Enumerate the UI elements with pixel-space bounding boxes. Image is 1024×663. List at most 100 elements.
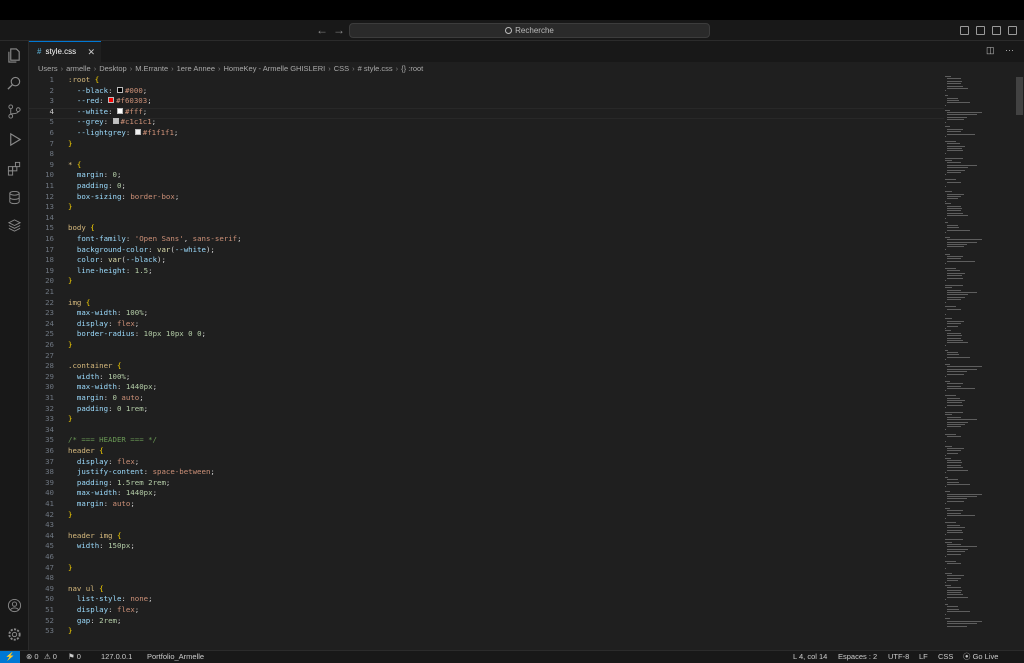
breadcrumb-item[interactable]: 1ere Annee: [177, 64, 215, 73]
breadcrumb-item[interactable]: CSS: [334, 64, 349, 73]
minimap-line: [947, 385, 962, 387]
code-token: 100%: [125, 308, 144, 318]
search-icon[interactable]: [7, 76, 22, 91]
minimap-line: [947, 227, 959, 229]
minimap-line: [947, 215, 968, 217]
breadcrumb-item[interactable]: Desktop: [99, 64, 127, 73]
color-swatch[interactable]: [116, 107, 123, 114]
code-text: }: [68, 414, 72, 425]
forward-arrow-icon[interactable]: →: [333, 23, 345, 37]
breadcrumb-item[interactable]: M.Errante: [135, 64, 168, 73]
language-mode[interactable]: CSS: [938, 651, 953, 663]
project-name[interactable]: Portfolio_Armelle: [147, 651, 204, 663]
minimap-line: [947, 208, 963, 209]
minimap-line: [945, 433, 956, 435]
back-arrow-icon[interactable]: ←: [316, 23, 328, 37]
code-text: .container {: [68, 361, 121, 372]
breadcrumb-item[interactable]: # style.css: [358, 64, 393, 73]
toggle-sidebar-icon[interactable]: [960, 26, 969, 35]
code-token: #fff: [124, 106, 143, 116]
code-token: --white: [174, 244, 206, 254]
breadcrumb-item[interactable]: Users: [38, 64, 58, 73]
run-debug-icon[interactable]: [7, 132, 22, 147]
code-token: ,: [183, 234, 193, 243]
minimap-line: [945, 253, 950, 255]
remote-indicator-icon[interactable]: ⚡: [0, 651, 20, 663]
errors-count[interactable]: ⊗ 0: [26, 651, 39, 663]
code-token: #000: [124, 85, 143, 95]
source-control-icon[interactable]: [7, 104, 22, 119]
minimap-line: [945, 152, 946, 154]
scrollbar-thumb[interactable]: [1016, 77, 1023, 115]
color-swatch[interactable]: [116, 86, 123, 93]
line-number: 43: [45, 520, 54, 530]
go-live-button[interactable]: ⦿ Go Live: [963, 651, 998, 663]
code-token: :: [116, 308, 126, 318]
code-token: {: [99, 446, 104, 455]
minimap-line: [947, 404, 964, 406]
minimap-line: [945, 517, 946, 519]
line-number: 6: [49, 128, 54, 137]
vertical-scrollbar[interactable]: [1014, 74, 1024, 650]
minimap-line: [945, 412, 963, 413]
search-icon: [505, 27, 513, 34]
breadcrumb-separator-icon: ›: [93, 64, 97, 73]
breadcrumb-item[interactable]: HomeKey - Armelle GHISLERI: [224, 64, 326, 73]
settings-gear-icon[interactable]: [7, 627, 22, 642]
code-token: gap: [76, 615, 91, 625]
layers-icon[interactable]: [7, 218, 22, 233]
minimap-line: [947, 323, 962, 325]
code-token: margin: [76, 393, 104, 402]
minimap-line: [947, 85, 964, 87]
color-swatch[interactable]: [112, 118, 119, 125]
code-token: var: [157, 244, 171, 254]
toggle-panel-icon[interactable]: [976, 26, 985, 35]
ports-count[interactable]: ⚑ 0: [68, 651, 81, 663]
more-actions-icon[interactable]: ···: [1005, 45, 1014, 55]
explorer-icon[interactable]: [7, 48, 22, 63]
command-center-search[interactable]: Recherche: [349, 23, 710, 38]
search-label: Recherche: [515, 26, 554, 35]
minimap-line: [947, 337, 962, 339]
extensions-icon[interactable]: [7, 161, 22, 176]
split-editor-icon[interactable]: ◫: [986, 45, 995, 55]
minimap-line: [947, 294, 968, 296]
color-swatch[interactable]: [108, 97, 115, 104]
account-icon[interactable]: [7, 598, 22, 613]
database-icon[interactable]: [7, 190, 22, 205]
end-of-line[interactable]: LF: [919, 651, 928, 663]
code-text: }: [68, 563, 72, 574]
minimap-line: [947, 467, 964, 469]
minimap-line: [947, 354, 959, 356]
minimap-line: [947, 496, 977, 497]
code-token: }: [68, 138, 73, 148]
minimap-line: [947, 611, 970, 613]
close-icon[interactable]: ✕: [87, 42, 95, 62]
server-address[interactable]: 127.0.0.1: [101, 651, 132, 663]
color-swatch[interactable]: [134, 129, 141, 135]
minimap-line: [947, 270, 960, 272]
breadcrumb-item[interactable]: {} :root: [401, 64, 423, 73]
code-editor[interactable]: 1:root {2 --black: #000; 3 --red: #f60303…: [29, 74, 944, 650]
toggle-secondary-sidebar-icon[interactable]: [992, 26, 1001, 35]
code-token: {: [116, 361, 122, 371]
minimap[interactable]: [945, 74, 1013, 650]
code-token: max-width: [76, 308, 117, 318]
warnings-count[interactable]: ⚠ 0: [44, 651, 57, 663]
minimap-line: [947, 551, 965, 553]
minimap-line: [947, 594, 964, 596]
minimap-line: [947, 448, 965, 449]
breadcrumb-item[interactable]: armelle: [66, 64, 91, 73]
indentation[interactable]: Espaces : 2: [838, 651, 877, 663]
tab-style-css[interactable]: # style.css ✕: [29, 41, 101, 62]
minimap-line: [947, 133, 975, 135]
customize-layout-icon[interactable]: [1008, 26, 1017, 35]
cursor-position[interactable]: L 4, col 14: [793, 651, 827, 663]
minimap-line: [947, 83, 962, 85]
encoding[interactable]: UTF-8: [888, 651, 909, 663]
code-token: ;: [152, 382, 158, 392]
code-token: :: [99, 371, 109, 381]
code-token: ;: [139, 393, 144, 402]
